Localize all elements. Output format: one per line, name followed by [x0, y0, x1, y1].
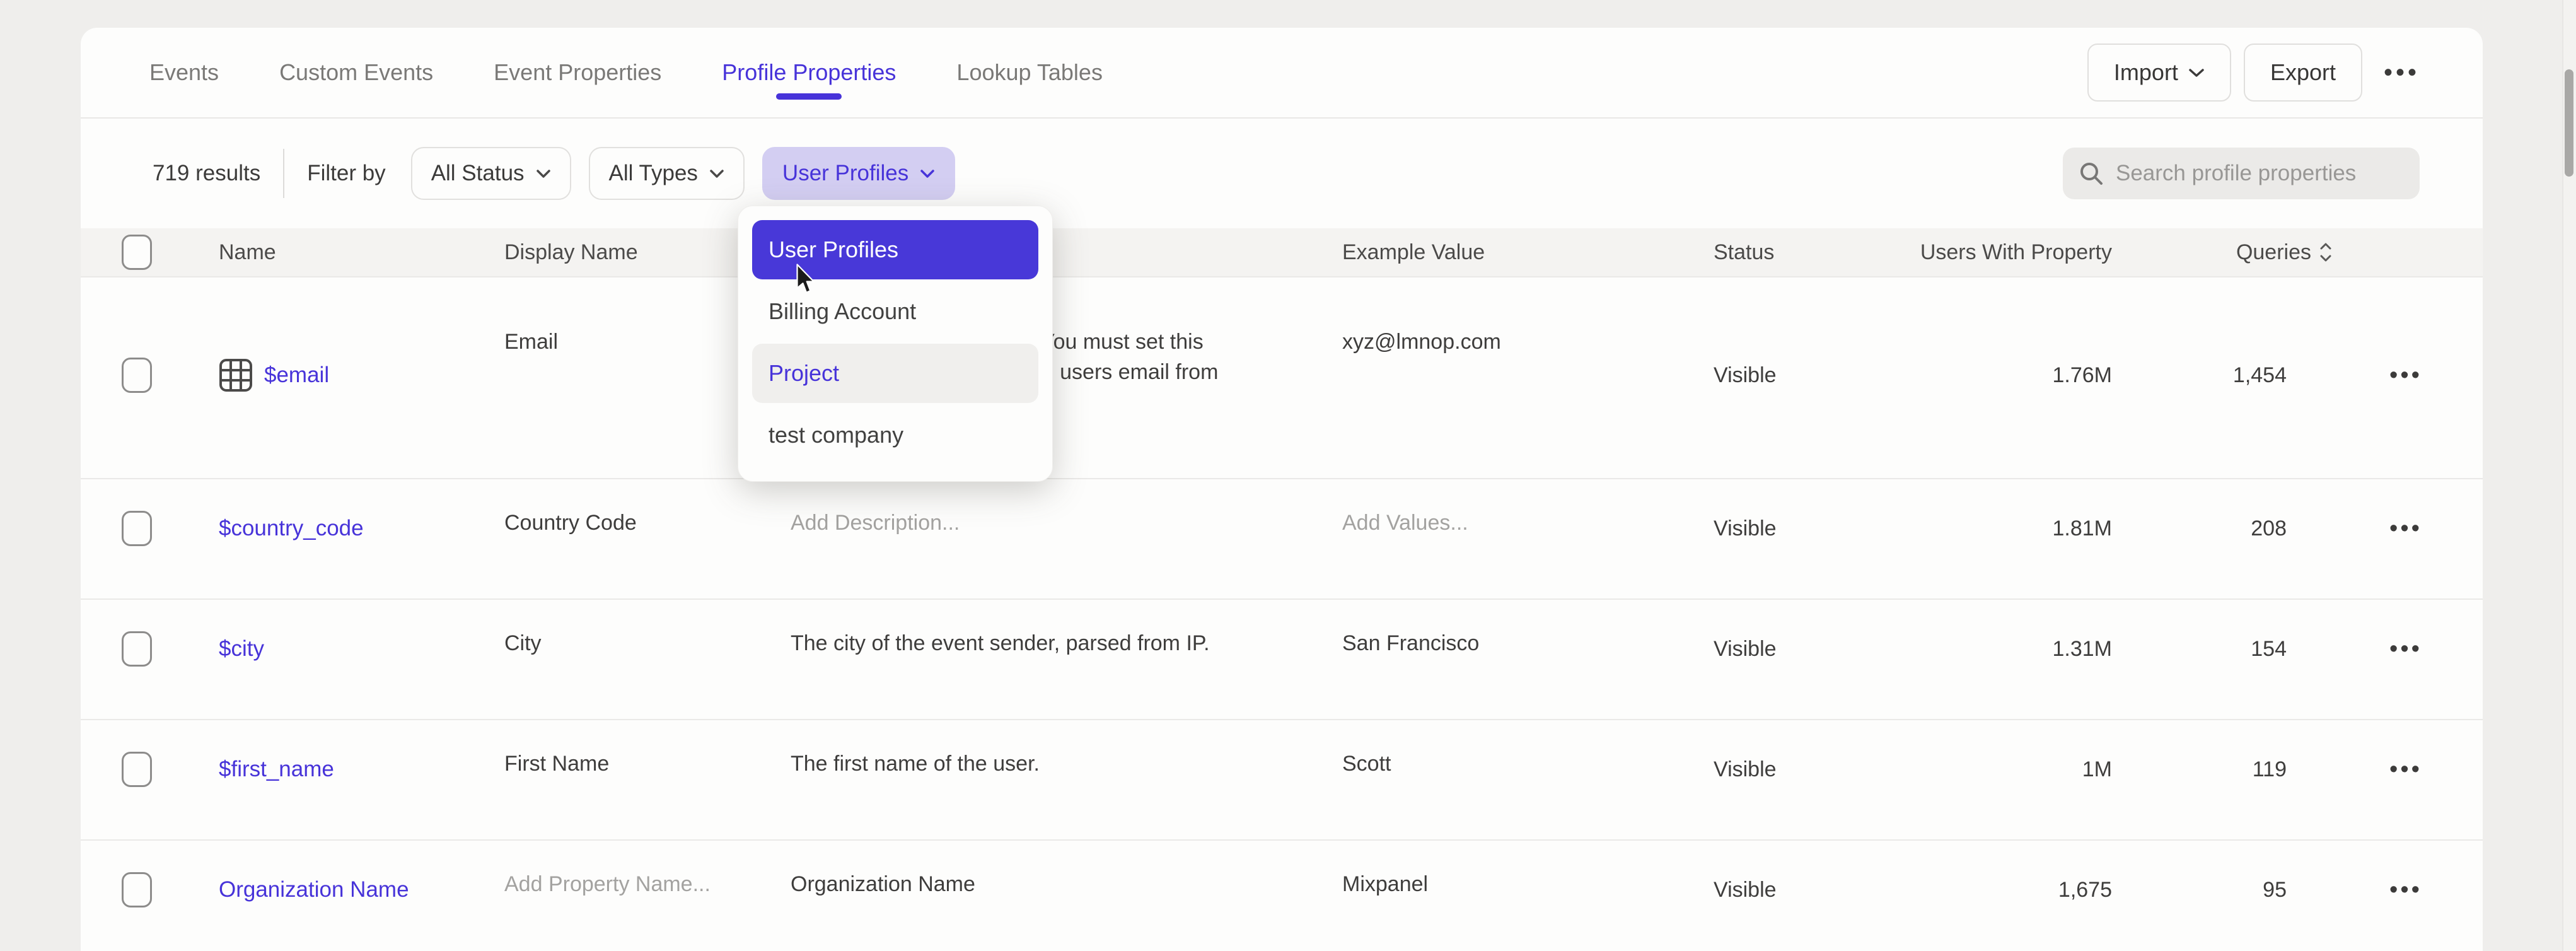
page-scrollbar-thumb[interactable] — [2565, 69, 2573, 177]
property-name-link[interactable]: $city — [219, 634, 264, 664]
property-name-link[interactable]: $first_name — [219, 754, 334, 785]
display-name-cell[interactable]: City — [504, 600, 791, 719]
display-name-cell[interactable]: Country Code — [504, 479, 791, 598]
queries-cell: 119 — [2126, 720, 2294, 839]
tab-custom-events[interactable]: Custom Events — [279, 59, 433, 86]
example-value-cell[interactable]: xyz@lmnop.com — [1342, 277, 1714, 478]
property-name-link[interactable]: $country_code — [219, 513, 364, 544]
column-header-status[interactable]: Status — [1714, 228, 1903, 276]
users-with-property-cell: 1.76M — [1903, 277, 2126, 478]
page-scrollbar-track[interactable] — [2562, 0, 2576, 951]
table-row: $email Email The user's email address. Y… — [81, 276, 2483, 478]
row-menu-button[interactable]: ••• — [2389, 634, 2422, 664]
profile-type-filter-label: User Profiles — [782, 161, 908, 186]
status-cell[interactable]: Visible — [1714, 277, 1903, 478]
example-value-cell[interactable]: Add Values... — [1342, 479, 1714, 598]
search-icon — [2078, 160, 2104, 187]
queries-cell: 95 — [2126, 841, 2294, 951]
description-cell[interactable]: Organization Name — [791, 841, 1342, 951]
queries-cell: 154 — [2126, 600, 2294, 719]
status-filter-label: All Status — [431, 161, 525, 186]
queries-cell: 1,454 — [2126, 277, 2294, 478]
table-row: $country_code Country Code Add Descripti… — [81, 478, 2483, 598]
row-checkbox[interactable] — [122, 752, 152, 787]
row-menu-button[interactable]: ••• — [2389, 754, 2422, 785]
description-cell[interactable]: The city of the event sender, parsed fro… — [791, 600, 1342, 719]
properties-card: Events Custom Events Event Properties Pr… — [81, 28, 2483, 951]
row-checkbox[interactable] — [122, 872, 152, 907]
tab-profile-properties-label: Profile Properties — [722, 59, 896, 85]
display-name-cell[interactable]: Add Property Name... — [504, 841, 791, 951]
property-name-link[interactable]: $email — [264, 360, 329, 390]
dropdown-item-project[interactable]: Project — [752, 344, 1038, 403]
table-row: $city City The city of the event sender,… — [81, 598, 2483, 719]
description-cell[interactable]: The first name of the user. — [791, 720, 1342, 839]
header-actions: Import Export ••• — [2087, 44, 2420, 102]
chevron-down-icon — [920, 169, 935, 178]
results-count: 719 results — [153, 161, 260, 186]
import-button-label: Import — [2114, 59, 2178, 86]
filter-bar: 719 results Filter by All Status All Typ… — [81, 119, 2483, 228]
description-cell[interactable]: Add Description... — [791, 479, 1342, 598]
tab-event-properties[interactable]: Event Properties — [494, 59, 661, 86]
table-row: $first_name First Name The first name of… — [81, 719, 2483, 839]
profile-type-filter-dropdown[interactable]: User Profiles — [762, 147, 955, 200]
example-value-cell[interactable]: Scott — [1342, 720, 1714, 839]
example-value-cell[interactable]: Mixpanel — [1342, 841, 1714, 951]
row-checkbox[interactable] — [122, 511, 152, 546]
users-with-property-cell: 1M — [1903, 720, 2126, 839]
mouse-cursor-icon — [794, 264, 816, 295]
active-tab-indicator — [776, 93, 842, 100]
select-all-checkbox[interactable] — [122, 235, 152, 270]
import-button[interactable]: Import — [2087, 44, 2231, 102]
row-checkbox[interactable] — [122, 358, 152, 393]
column-header-example-value[interactable]: Example Value — [1342, 228, 1714, 276]
row-menu-button[interactable]: ••• — [2389, 875, 2422, 905]
dropdown-item-test-company[interactable]: test company — [752, 405, 1038, 465]
type-filter-dropdown[interactable]: All Types — [589, 147, 745, 200]
chevron-down-icon — [709, 169, 724, 178]
property-name-link[interactable]: Organization Name — [219, 875, 409, 905]
status-cell[interactable]: Visible — [1714, 479, 1903, 598]
export-button[interactable]: Export — [2244, 44, 2362, 102]
overflow-menu-button[interactable]: ••• — [2384, 59, 2420, 87]
column-header-name[interactable]: Name — [219, 228, 504, 276]
users-with-property-cell: 1,675 — [1903, 841, 2126, 951]
tab-bar: Events Custom Events Event Properties Pr… — [81, 28, 2483, 119]
row-menu-button[interactable]: ••• — [2389, 513, 2422, 544]
example-value-cell[interactable]: San Francisco — [1342, 600, 1714, 719]
column-header-users-with-property[interactable]: Users With Property — [1903, 228, 2126, 276]
export-button-label: Export — [2270, 59, 2336, 86]
tab-events[interactable]: Events — [149, 59, 219, 86]
filter-divider — [283, 149, 284, 198]
type-filter-label: All Types — [609, 161, 698, 186]
row-menu-button[interactable]: ••• — [2389, 360, 2422, 390]
status-cell[interactable]: Visible — [1714, 841, 1903, 951]
status-cell[interactable]: Visible — [1714, 720, 1903, 839]
status-filter-dropdown[interactable]: All Status — [411, 147, 571, 200]
lookup-table-grid-icon — [219, 358, 253, 392]
filter-by-label: Filter by — [307, 161, 385, 186]
tab-lookup-tables[interactable]: Lookup Tables — [956, 59, 1103, 86]
profile-properties-page: { "colors": { "accent": "#4733d9", "acce… — [0, 0, 2576, 951]
table-header-row: Name Display Name Description Example Va… — [81, 228, 2483, 276]
queries-cell: 208 — [2126, 479, 2294, 598]
users-with-property-cell: 1.31M — [1903, 600, 2126, 719]
profile-type-dropdown-menu: User Profiles Billing Account Project te… — [738, 206, 1053, 482]
chevron-down-icon — [536, 169, 551, 178]
search-box — [2063, 148, 2420, 199]
display-name-cell[interactable]: First Name — [504, 720, 791, 839]
tab-profile-properties[interactable]: Profile Properties — [722, 59, 896, 86]
row-checkbox[interactable] — [122, 631, 152, 667]
table-row: Organization Name Add Property Name... O… — [81, 839, 2483, 951]
users-with-property-cell: 1.81M — [1903, 479, 2126, 598]
chevron-down-icon — [2188, 67, 2205, 78]
search-input[interactable] — [2116, 161, 2405, 186]
status-cell[interactable]: Visible — [1714, 600, 1903, 719]
